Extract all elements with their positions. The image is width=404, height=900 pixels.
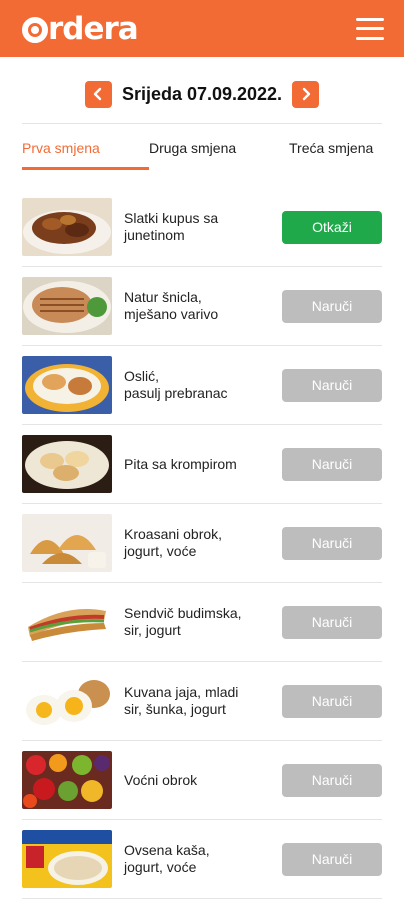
order-button[interactable]: Naruči [282, 447, 382, 481]
meal-item: Natur šnicla, mješano varivo Naruči [22, 267, 382, 346]
order-button[interactable]: Naruči [282, 605, 382, 639]
meal-photo [22, 277, 112, 335]
meal-list: Slatki kupus sa junetinom Otkaži Natur š… [22, 188, 382, 899]
meal-item: Voćni obrok Naruči [22, 741, 382, 820]
meal-item: Ovsena kaša, jogurt, voće Naruči [22, 820, 382, 899]
meal-photo [22, 593, 112, 651]
meal-name: Natur šnicla, mješano varivo [124, 289, 219, 322]
order-button[interactable]: Naruči [282, 526, 382, 560]
chevron-left-icon [94, 87, 102, 101]
meal-photo [22, 356, 112, 414]
cancel-order-button[interactable]: Otkaži [282, 210, 382, 244]
meal-photo [22, 672, 112, 730]
meal-photo [22, 514, 112, 572]
meal-name: Oslić, pasulj prebranac [124, 368, 228, 401]
meal-item: Oslić, pasulj prebranac Naruči [22, 346, 382, 425]
selected-date: Srijeda 07.09.2022. [121, 83, 283, 104]
meal-photo [22, 751, 112, 809]
app-header: rdera [0, 0, 404, 57]
previous-day-button[interactable] [84, 80, 112, 108]
meal-name: Sendvič budimska, sir, jogurt [124, 605, 242, 638]
logo-text: rdera [48, 10, 139, 47]
divider [22, 123, 382, 124]
meal-item: Sendvič budimska, sir, jogurt Naruči [22, 583, 382, 662]
shift-tabs: Prva smjena Druga smjena Treća smjena [22, 140, 404, 170]
meal-item: Kroasani obrok, jogurt, voće Naruči [22, 504, 382, 583]
logo-o-mark [22, 16, 48, 43]
meal-photo [22, 198, 112, 256]
meal-name: Kuvana jaja, mladi sir, šunka, jogurt [124, 684, 239, 717]
order-button[interactable]: Naruči [282, 842, 382, 876]
order-button[interactable]: Naruči [282, 684, 382, 718]
meal-name: Kroasani obrok, jogurt, voće [124, 526, 223, 559]
meal-name: Voćni obrok [124, 771, 198, 788]
meal-item: Slatki kupus sa junetinom Otkaži [22, 188, 382, 267]
meal-item: Pita sa krompirom Naruči [22, 425, 382, 504]
hamburger-menu-icon[interactable] [356, 17, 384, 40]
meal-item: Kuvana jaja, mladi sir, šunka, jogurt Na… [22, 662, 382, 741]
meal-photo [22, 830, 112, 888]
tab-prva-smjena[interactable]: Prva smjena [22, 140, 149, 170]
order-button[interactable]: Naruči [282, 368, 382, 402]
meal-name: Slatki kupus sa junetinom [124, 210, 219, 243]
chevron-right-icon [302, 87, 310, 101]
next-day-button[interactable] [292, 80, 320, 108]
order-button[interactable]: Naruči [282, 763, 382, 797]
date-navigator: Srijeda 07.09.2022. [0, 80, 404, 108]
meal-photo [22, 435, 112, 493]
tab-druga-smjena[interactable]: Druga smjena [149, 140, 289, 170]
tab-treca-smjena[interactable]: Treća smjena [289, 140, 373, 170]
meal-name: Ovsena kaša, jogurt, voće [124, 842, 210, 875]
order-button[interactable]: Naruči [282, 289, 382, 323]
meal-name: Pita sa krompirom [124, 455, 237, 472]
ordera-logo[interactable]: rdera [22, 10, 139, 47]
